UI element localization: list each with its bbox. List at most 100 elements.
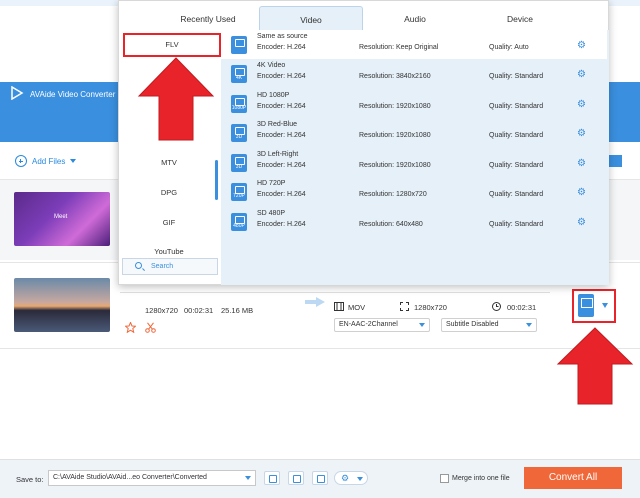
preset-name: 3D Left-Right <box>257 151 299 158</box>
hw-accel-button[interactable] <box>288 471 304 485</box>
gear-icon[interactable]: ⚙ <box>577 41 586 51</box>
app-logo-icon <box>11 86 24 100</box>
preset-quality: Quality: Standard <box>489 132 544 139</box>
output-resolution: 1280x720 <box>414 303 447 312</box>
video-preset-icon: 480P <box>231 213 247 231</box>
source-size: 25.16 MB <box>221 306 254 315</box>
row-separator <box>120 292 550 293</box>
preset-quality: Quality: Standard <box>489 191 544 198</box>
video-thumbnail-2[interactable] <box>14 278 110 332</box>
format-item-flv[interactable]: FLV <box>123 33 221 57</box>
star-icon[interactable] <box>125 322 136 333</box>
merge-label: Merge into one file <box>452 475 510 482</box>
format-item-gif[interactable]: GIF <box>119 211 219 235</box>
gear-icon[interactable]: ⚙ <box>577 159 586 169</box>
preset-name: HD 1080P <box>257 92 290 99</box>
settings-button[interactable] <box>334 471 368 485</box>
preset-encoder: Encoder: H.264 <box>257 44 306 51</box>
preset-name: SD 480P <box>257 210 286 217</box>
preset-resolution: Resolution: 1280x720 <box>359 191 427 198</box>
preset-name: 3D Red-Blue <box>257 121 298 128</box>
tab-device[interactable]: Device <box>468 6 572 30</box>
subtitle-select[interactable]: Subtitle Disabled <box>441 318 537 332</box>
convert-all-button[interactable]: Convert All <box>524 467 622 489</box>
clock-icon <box>492 302 501 311</box>
preset-resolution: Resolution: 1920x1080 <box>359 132 431 139</box>
source-duration: 00:02:31 <box>184 306 214 315</box>
save-to-label: Save to: <box>16 475 44 484</box>
video-preset-icon: 720P <box>231 183 247 201</box>
preset-encoder: Encoder: H.264 <box>257 191 306 198</box>
preset-row[interactable]: 4K 4K Video Encoder: H.264 Resolution: 3… <box>221 59 607 88</box>
chevron-down-icon <box>602 303 608 308</box>
row-divider <box>0 348 640 349</box>
tab-video[interactable]: Video <box>259 6 363 30</box>
film-icon <box>334 302 344 311</box>
open-folder-button[interactable] <box>264 471 280 485</box>
preset-name: HD 720P <box>257 180 286 187</box>
add-files-label: Add Files <box>32 156 66 166</box>
chevron-down-icon <box>70 159 77 163</box>
save-path-select[interactable]: C:\AVAide Studio\AVAid...eo Converter\Co… <box>48 470 256 486</box>
gpu-button[interactable] <box>312 471 328 485</box>
chevron-down-icon <box>419 323 425 327</box>
gear-icon[interactable]: ⚙ <box>577 70 586 80</box>
preset-encoder: Encoder: H.264 <box>257 221 306 228</box>
preset-resolution: Resolution: 3840x2160 <box>359 73 431 80</box>
video-thumbnail-1[interactable]: Meet <box>14 192 110 246</box>
format-tabs: Recently Used Video Audio Device <box>118 0 609 30</box>
tab-audio[interactable]: Audio <box>365 6 465 30</box>
scissors-icon[interactable] <box>145 322 156 333</box>
video-preset-icon: 1080P <box>231 95 247 113</box>
output-duration: 00:02:31 <box>507 303 537 312</box>
preset-row[interactable]: 3D 3D Red-Blue Encoder: H.264 Resolution… <box>221 118 607 147</box>
preset-encoder: Encoder: H.264 <box>257 132 306 139</box>
red-arrow-up-icon <box>556 327 634 405</box>
preset-name: 4K Video <box>257 62 286 69</box>
merge-checkbox[interactable] <box>440 474 449 483</box>
output-format-button[interactable] <box>572 289 616 323</box>
preset-row[interactable]: 720P HD 720P Encoder: H.264 Resolution: … <box>221 177 607 206</box>
preset-encoder: Encoder: H.264 <box>257 162 306 169</box>
search-placeholder: Search <box>151 263 174 270</box>
preset-quality: Quality: Standard <box>489 73 544 80</box>
format-item-mtv[interactable]: MTV <box>119 151 219 175</box>
resize-icon <box>400 302 409 311</box>
audio-track-value: EN-AAC-2Channel <box>339 321 398 328</box>
preset-row[interactable]: 1080P HD 1080P Encoder: H.264 Resolution… <box>221 89 607 118</box>
gear-icon[interactable]: ⚙ <box>577 188 586 198</box>
format-list-scrollbar[interactable] <box>215 160 218 200</box>
toolbar-dropdown[interactable] <box>608 155 622 167</box>
audio-track-select[interactable]: EN-AAC-2Channel <box>334 318 430 332</box>
preset-quality: Quality: Standard <box>489 103 544 110</box>
gear-icon[interactable]: ⚙ <box>577 129 586 139</box>
preset-resolution: Resolution: 640x480 <box>359 221 423 228</box>
save-path-value: C:\AVAide Studio\AVAid...eo Converter\Co… <box>53 474 207 481</box>
add-files-button[interactable]: Add Files <box>15 155 77 167</box>
format-item-dpg[interactable]: DPG <box>119 181 219 205</box>
preset-encoder: Encoder: H.264 <box>257 103 306 110</box>
preset-resolution: Resolution: 1920x1080 <box>359 103 431 110</box>
tab-recently-used[interactable]: Recently Used <box>158 6 258 30</box>
red-arrow-up-icon <box>137 57 215 141</box>
preset-row[interactable]: 3D 3D Left-Right Encoder: H.264 Resoluti… <box>221 148 607 177</box>
preset-row[interactable]: Same as source Encoder: H.264 Resolution… <box>221 30 607 59</box>
preset-encoder: Encoder: H.264 <box>257 73 306 80</box>
preset-row[interactable]: 480P SD 480P Encoder: H.264 Resolution: … <box>221 207 607 236</box>
video-preset-icon: 3D <box>231 124 247 142</box>
chevron-down-icon <box>526 323 532 327</box>
video-preset-icon: 3D <box>231 154 247 172</box>
format-search-input[interactable]: Search <box>122 258 218 275</box>
gear-icon[interactable]: ⚙ <box>577 100 586 110</box>
app-title: AVAide Video Converter ( <box>30 90 121 99</box>
gear-icon[interactable]: ⚙ <box>577 218 586 228</box>
thumbnail-caption: Meet <box>54 214 68 220</box>
video-preset-icon: 4K <box>231 65 247 83</box>
preset-quality: Quality: Standard <box>489 162 544 169</box>
preset-quality: Quality: Standard <box>489 221 544 228</box>
preset-quality: Quality: Auto <box>489 44 529 51</box>
preset-name: Same as source <box>257 33 308 40</box>
search-icon <box>135 262 142 269</box>
output-format: MOV <box>348 303 366 312</box>
video-preset-icon <box>231 36 247 54</box>
